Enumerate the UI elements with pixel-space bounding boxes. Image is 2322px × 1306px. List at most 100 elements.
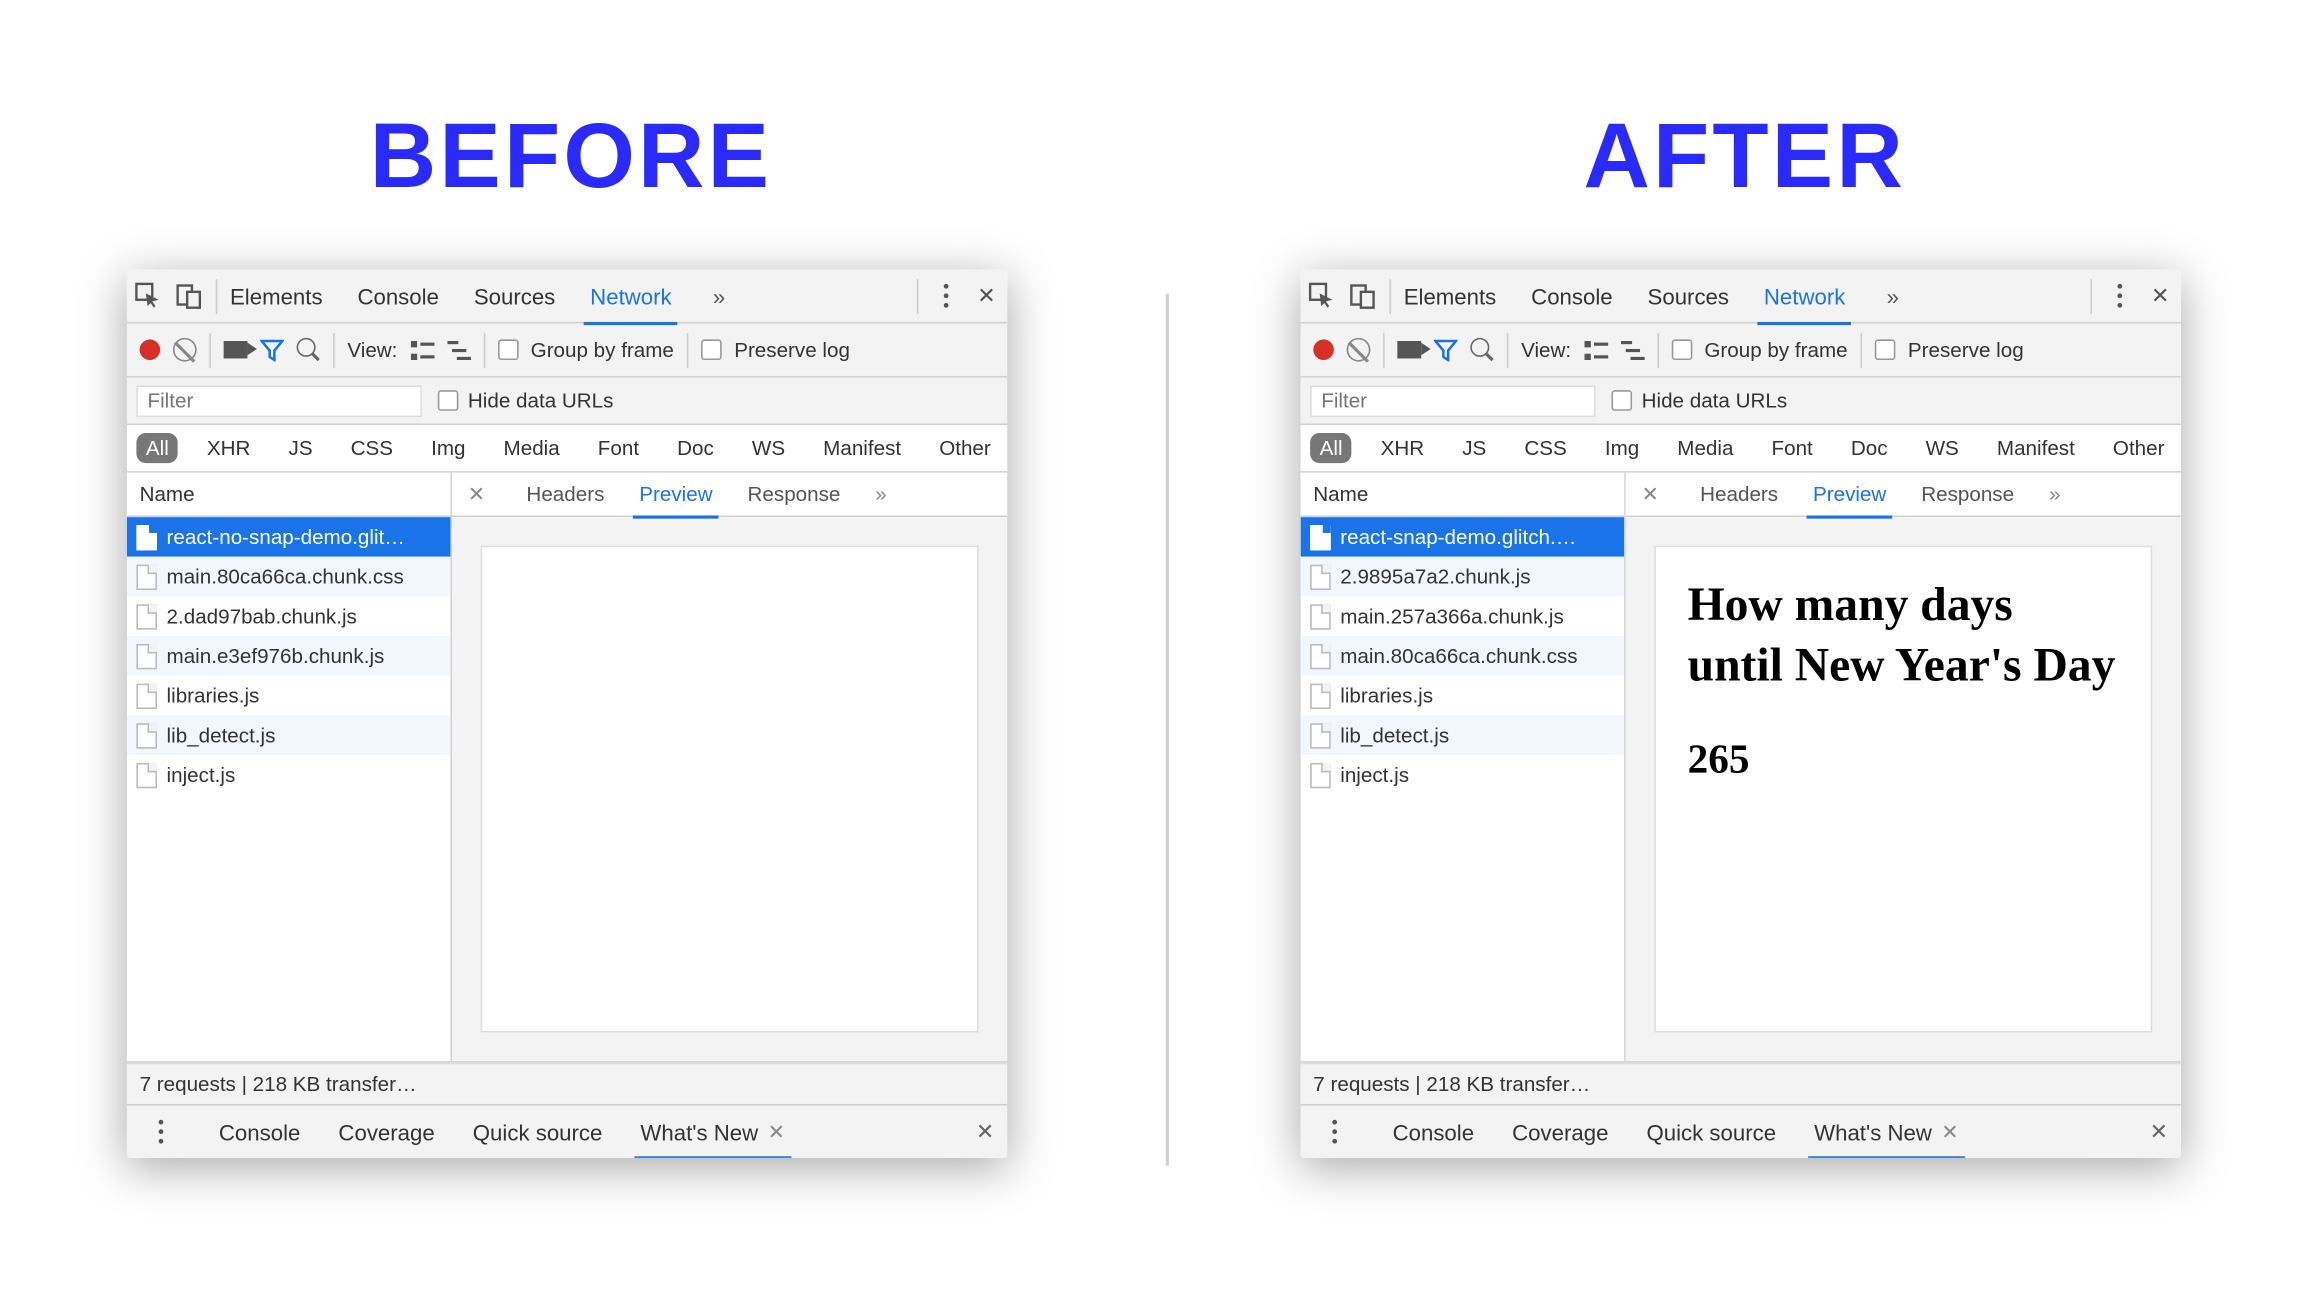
close-drawer-icon[interactable]: ✕ (976, 1118, 995, 1145)
close-devtools-icon[interactable]: ✕ (966, 275, 1007, 316)
table-row[interactable]: libraries.js (127, 676, 451, 716)
table-row[interactable]: 2.dad97bab.chunk.js (127, 596, 451, 636)
search-icon[interactable] (1470, 338, 1494, 362)
name-header[interactable]: Name (127, 473, 451, 517)
type-img[interactable]: Img (422, 433, 475, 463)
drawer-tab-console[interactable]: Console (1393, 1105, 1474, 1158)
screenshot-icon[interactable] (224, 341, 248, 358)
tab-console[interactable]: Console (1531, 270, 1612, 323)
close-tab-icon[interactable]: ✕ (1941, 1119, 1958, 1144)
type-ws[interactable]: WS (1916, 433, 1968, 463)
type-media[interactable]: Media (494, 433, 569, 463)
tab-elements[interactable]: Elements (230, 270, 323, 323)
type-js[interactable]: JS (1453, 433, 1496, 463)
close-drawer-icon[interactable]: ✕ (2150, 1118, 2169, 1145)
hide-data-urls-checkbox[interactable] (1611, 390, 1632, 411)
search-icon[interactable] (297, 338, 321, 362)
table-row[interactable]: main.257a366a.chunk.js (1301, 596, 1625, 636)
inspect-icon[interactable] (1301, 275, 1342, 316)
hide-data-urls-checkbox[interactable] (438, 390, 459, 411)
table-row[interactable]: lib_detect.js (1301, 715, 1625, 755)
close-tab-icon[interactable]: ✕ (768, 1119, 785, 1144)
detail-tab-response[interactable]: Response (1921, 472, 2014, 516)
drawer-tab-whatsnew[interactable]: What's New✕ (1814, 1105, 1959, 1158)
drawer-tab-whatsnew[interactable]: What's New✕ (640, 1105, 785, 1158)
detail-tab-response[interactable]: Response (748, 472, 841, 516)
table-row[interactable]: main.80ca66ca.chunk.css (1301, 636, 1625, 676)
table-row[interactable]: react-snap-demo.glitch.… (1301, 517, 1625, 557)
large-rows-icon[interactable] (1584, 340, 1608, 359)
close-detail-icon[interactable]: ✕ (468, 481, 485, 506)
filter-input[interactable] (136, 385, 421, 417)
large-rows-icon[interactable] (410, 340, 434, 359)
table-row[interactable]: libraries.js (1301, 676, 1625, 716)
waterfall-icon[interactable] (447, 340, 471, 359)
filter-toggle-icon[interactable] (1434, 339, 1458, 361)
detail-tabs-overflow-icon[interactable]: » (2049, 482, 2060, 506)
tab-network[interactable]: Network (590, 270, 671, 323)
table-row[interactable]: main.80ca66ca.chunk.css (127, 557, 451, 597)
type-manifest[interactable]: Manifest (814, 433, 911, 463)
clear-icon[interactable] (1347, 338, 1371, 362)
preserve-log-checkbox[interactable] (1875, 339, 1896, 360)
close-devtools-icon[interactable]: ✕ (2140, 275, 2181, 316)
type-other[interactable]: Other (930, 433, 1001, 463)
table-row[interactable]: react-no-snap-demo.glit… (127, 517, 451, 557)
record-icon[interactable] (1313, 339, 1334, 360)
drawer-tab-coverage[interactable]: Coverage (1512, 1105, 1608, 1158)
table-row[interactable]: inject.js (1301, 755, 1625, 795)
kebab-menu-icon[interactable] (2098, 275, 2139, 316)
tabs-overflow-icon[interactable]: » (713, 283, 725, 308)
tabs-overflow-icon[interactable]: » (1887, 283, 1899, 308)
type-doc[interactable]: Doc (668, 433, 724, 463)
table-row[interactable]: inject.js (127, 755, 451, 795)
type-xhr[interactable]: XHR (1371, 433, 1434, 463)
table-row[interactable]: main.e3ef976b.chunk.js (127, 636, 451, 676)
clear-icon[interactable] (173, 338, 197, 362)
waterfall-icon[interactable] (1620, 340, 1644, 359)
detail-tabs-overflow-icon[interactable]: » (875, 482, 886, 506)
type-media[interactable]: Media (1668, 433, 1743, 463)
screenshot-icon[interactable] (1397, 341, 1421, 358)
type-ws[interactable]: WS (742, 433, 794, 463)
type-xhr[interactable]: XHR (197, 433, 260, 463)
inspect-icon[interactable] (127, 275, 168, 316)
type-all[interactable]: All (1310, 433, 1352, 463)
filter-toggle-icon[interactable] (260, 339, 284, 361)
kebab-menu-icon[interactable] (925, 275, 966, 316)
tab-sources[interactable]: Sources (1648, 270, 1729, 323)
drawer-tab-quicksource[interactable]: Quick source (1646, 1105, 1776, 1158)
type-css[interactable]: CSS (341, 433, 402, 463)
preserve-log-checkbox[interactable] (701, 339, 722, 360)
type-font[interactable]: Font (588, 433, 648, 463)
record-icon[interactable] (140, 339, 161, 360)
type-manifest[interactable]: Manifest (1987, 433, 2084, 463)
type-img[interactable]: Img (1595, 433, 1648, 463)
tab-network[interactable]: Network (1764, 270, 1845, 323)
detail-tab-headers[interactable]: Headers (1700, 472, 1778, 516)
type-js[interactable]: JS (279, 433, 322, 463)
table-row[interactable]: 2.9895a7a2.chunk.js (1301, 557, 1625, 597)
filter-input[interactable] (1310, 385, 1595, 417)
device-toggle-icon[interactable] (1342, 275, 1383, 316)
device-toggle-icon[interactable] (168, 275, 209, 316)
drawer-tab-coverage[interactable]: Coverage (338, 1105, 434, 1158)
type-other[interactable]: Other (2103, 433, 2174, 463)
tab-console[interactable]: Console (357, 270, 438, 323)
type-css[interactable]: CSS (1515, 433, 1576, 463)
drawer-kebab-icon[interactable] (1313, 1111, 1354, 1152)
table-row[interactable]: lib_detect.js (127, 715, 451, 755)
detail-tab-preview[interactable]: Preview (639, 472, 712, 516)
drawer-tab-quicksource[interactable]: Quick source (473, 1105, 603, 1158)
tab-elements[interactable]: Elements (1404, 270, 1497, 323)
drawer-kebab-icon[interactable] (140, 1111, 181, 1152)
type-font[interactable]: Font (1762, 433, 1822, 463)
drawer-tab-console[interactable]: Console (219, 1105, 300, 1158)
name-header[interactable]: Name (1301, 473, 1625, 517)
close-detail-icon[interactable]: ✕ (1642, 481, 1659, 506)
type-doc[interactable]: Doc (1841, 433, 1897, 463)
detail-tab-headers[interactable]: Headers (526, 472, 604, 516)
detail-tab-preview[interactable]: Preview (1813, 472, 1886, 516)
type-all[interactable]: All (136, 433, 178, 463)
group-by-frame-checkbox[interactable] (497, 339, 518, 360)
